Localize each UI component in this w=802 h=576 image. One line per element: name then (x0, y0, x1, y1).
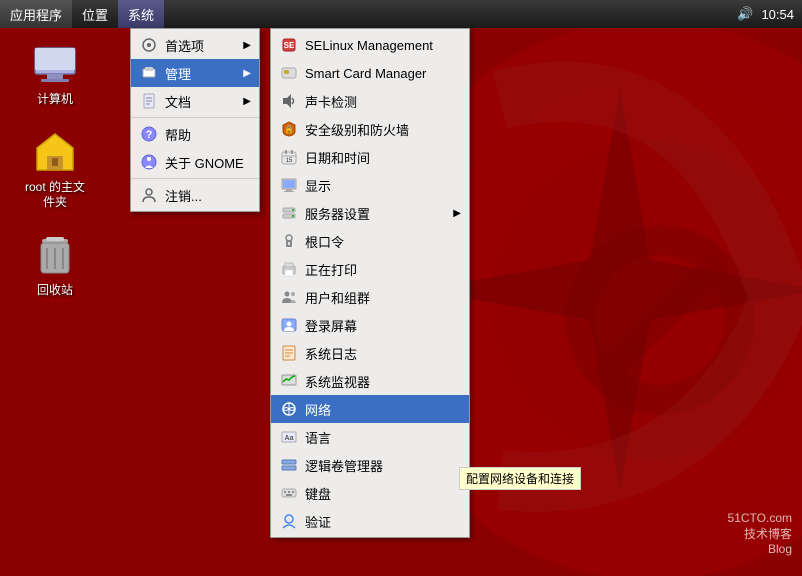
menu-item-help[interactable]: ? 帮助 (131, 120, 259, 148)
syslog-icon (279, 343, 299, 363)
menu-item-lvm[interactable]: 逻辑卷管理器 (271, 451, 469, 479)
lang-icon: Aa (279, 427, 299, 447)
menu-item-login[interactable]: 登录屏幕 (271, 311, 469, 339)
taskbar: 应用程序 位置 系统 🔊 10:54 (0, 0, 802, 28)
auth-icon (279, 511, 299, 531)
menu-item-monitor[interactable]: 系统监视器 (271, 367, 469, 395)
svg-text:🔒: 🔒 (284, 125, 294, 134)
taskbar-right: 🔊 10:54 (737, 6, 802, 22)
rootpw-icon (279, 231, 299, 251)
menu-item-docs[interactable]: 文档 ▶ (131, 87, 259, 115)
menu-item-users[interactable]: 用户和组群 (271, 283, 469, 311)
help-icon: ? (139, 124, 159, 144)
menu-item-logout[interactable]: 注销... (131, 181, 259, 209)
datetime-icon: 15 (279, 147, 299, 167)
server-icon (279, 203, 299, 223)
taskbar-item-apps[interactable]: 应用程序 (0, 0, 72, 28)
monitor-icon (279, 371, 299, 391)
menu-item-prefs[interactable]: 首选项 ▶ (131, 31, 259, 59)
computer-icon-label: 计算机 (37, 92, 73, 108)
menu-item-selinux[interactable]: SE SELinux Management (271, 31, 469, 59)
lvm-icon (279, 455, 299, 475)
system-menu: 首选项 ▶ 管理 ▶ 文档 ▶ ? (130, 28, 260, 212)
smartcard-icon (279, 63, 299, 83)
watermark: 51CTO.com 技术博客 Blog (728, 511, 792, 556)
menu-item-syslog[interactable]: 系统日志 (271, 339, 469, 367)
svg-text:SE: SE (284, 41, 295, 50)
docs-arrow: ▶ (233, 96, 251, 107)
computer-icon-svg (31, 40, 79, 88)
menu-item-server[interactable]: 服务器设置 ▶ (271, 199, 469, 227)
home-icon-img (31, 128, 79, 176)
trash-icon-img (31, 231, 79, 279)
firewall-icon: 🔒 (279, 119, 299, 139)
desktop: 应用程序 位置 系统 🔊 10:54 计算机 (0, 0, 802, 576)
taskbar-item-system[interactable]: 系统 (118, 0, 164, 28)
admin-submenu: SE SELinux Management Smart Card Manager… (270, 28, 470, 538)
menu-item-about-gnome[interactable]: 关于 GNOME (131, 148, 259, 176)
selinux-icon: SE (279, 35, 299, 55)
prefs-icon (139, 35, 159, 55)
menu-item-admin[interactable]: 管理 ▶ (131, 59, 259, 87)
desktop-icon-trash[interactable]: 回收站 (20, 231, 90, 299)
keyboard-icon (279, 483, 299, 503)
menu-item-firewall[interactable]: 🔒 安全级别和防火墙 (271, 115, 469, 143)
menu-item-smartcard[interactable]: Smart Card Manager (271, 59, 469, 87)
menu-sep-1 (131, 117, 259, 118)
computer-icon-img (31, 40, 79, 88)
admin-icon (139, 63, 159, 83)
desktop-icon-computer[interactable]: 计算机 (20, 40, 90, 108)
trash-icon-label: 回收站 (37, 283, 73, 299)
svg-text:?: ? (146, 129, 153, 141)
clock: 10:54 (761, 7, 794, 22)
prefs-arrow: ▶ (233, 40, 251, 51)
trash-icon-svg (31, 231, 79, 279)
menu-item-lang[interactable]: Aa 语言 (271, 423, 469, 451)
docs-icon (139, 91, 159, 111)
printing-icon (279, 259, 299, 279)
users-icon (279, 287, 299, 307)
network-icon (279, 399, 299, 419)
desktop-icons-container: 计算机 root 的主文件夹 (20, 40, 90, 298)
menu-item-datetime[interactable]: 15 日期和时间 (271, 143, 469, 171)
svg-text:15: 15 (286, 158, 293, 164)
menu-item-printing[interactable]: 正在打印 (271, 255, 469, 283)
server-arrow: ▶ (443, 208, 461, 219)
taskbar-left: 应用程序 位置 系统 (0, 0, 164, 28)
menu-item-auth[interactable]: 验证 (271, 507, 469, 535)
taskbar-item-places[interactable]: 位置 (72, 0, 118, 28)
login-icon (279, 315, 299, 335)
menu-item-network[interactable]: 网络 (271, 395, 469, 423)
menu-sep-2 (131, 178, 259, 179)
svg-text:Aa: Aa (285, 435, 294, 442)
volume-icon[interactable]: 🔊 (737, 6, 753, 22)
gnome-icon (139, 152, 159, 172)
menu-item-display[interactable]: 显示 (271, 171, 469, 199)
desktop-icon-home[interactable]: root 的主文件夹 (20, 128, 90, 211)
home-icon-svg (31, 128, 79, 176)
menu-item-keyboard[interactable]: 键盘 (271, 479, 469, 507)
menu-item-sound[interactable]: 声卡检测 (271, 87, 469, 115)
sound-icon (279, 91, 299, 111)
home-icon-label: root 的主文件夹 (20, 180, 90, 211)
menu-item-rootpw[interactable]: 根口令 (271, 227, 469, 255)
display-icon (279, 175, 299, 195)
admin-arrow: ▶ (233, 68, 251, 79)
logout-icon (139, 185, 159, 205)
